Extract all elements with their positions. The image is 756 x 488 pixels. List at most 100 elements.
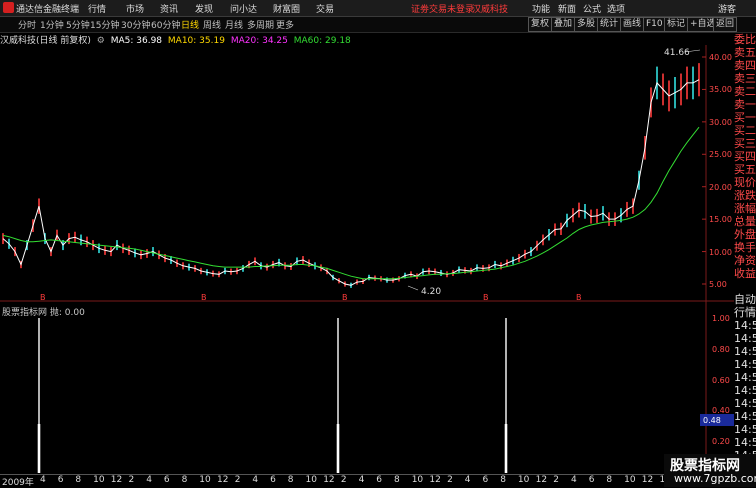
back-button[interactable]: 返回 [713,17,738,32]
ma60-line [2,126,700,280]
tab-15min[interactable]: 15分钟 [90,18,119,31]
menu-ask[interactable]: 问小达 [230,2,257,15]
date-tick: 2009年 [2,478,34,488]
side-panel-item: 外盘 [734,228,756,241]
price-tick: 25.00 [709,150,732,159]
side-panel-item: 买二 [734,124,756,137]
side-panel-item: 14:5 [734,358,756,371]
tab-daily[interactable]: 日线 [181,18,199,31]
chart-grid [0,45,734,473]
date-tick: 4 [464,475,471,485]
stock-name-title: 汉威科技 [472,5,509,15]
draw-line-button[interactable]: 画线 [620,17,645,32]
side-panel-item: 涨跌 [734,189,756,202]
side-panel-item: 自动 [734,293,756,306]
date-tick: 4 [252,475,259,485]
ma5-line [2,79,700,286]
overlay-button[interactable]: 叠加 [551,17,576,32]
site-watermark: 股票指标网 www.7gpzb.com [664,454,756,487]
tab-30min[interactable]: 30分钟 [121,18,150,31]
date-tick: 2 [553,475,560,485]
side-panel-item: 14:5 [734,436,756,449]
indicator-current-value: 0.48 [703,416,721,425]
f10-button[interactable]: F10 [643,17,666,32]
side-panel-item: 换手 [734,241,756,254]
buy-marker: B [201,293,207,302]
menu-function[interactable]: 功能 [532,2,550,15]
date-tick: 6 [588,475,595,485]
price-tick: 20.00 [709,183,732,192]
restore-rights-button[interactable]: 复权 [528,17,553,32]
date-tick: 4 [571,475,577,485]
indicator-value: 抛: 0.00 [49,308,85,318]
side-panel-item: 14:5 [734,332,756,345]
buy-marker: B [483,293,489,302]
side-panel-item: 14:5 [734,371,756,384]
tab-60min[interactable]: 60分钟 [151,18,180,31]
ma-legend: 汉威科技(日线 前复权) ⚙ MA5: 36.98 MA10: 35.19 MA… [0,33,354,46]
date-tick: 10 [199,475,211,485]
side-panel-item: 净资 [734,254,756,267]
date-tick: 10 [93,475,105,485]
side-panel-item [734,280,756,293]
tab-weekly[interactable]: 周线 [203,18,221,31]
price-tick: 30.00 [709,118,732,127]
user-guest[interactable]: 游客 [718,2,736,15]
date-tick: 12 [641,475,654,485]
menu-options[interactable]: 选项 [607,2,625,15]
side-panel-item: 总量 [734,215,756,228]
side-panel-item: 买五 [734,163,756,176]
date-tick: 12 [217,475,229,485]
side-panel-item: 买一 [734,111,756,124]
tab-5min[interactable]: 5分钟 [66,18,90,31]
menu-discover[interactable]: 发现 [195,2,213,15]
date-tick: 2 [234,475,241,485]
side-panel-item: 现价 [734,176,756,189]
tab-multi-period[interactable]: 多周期 [247,18,274,31]
date-tick: 12 [429,475,441,485]
statistics-button[interactable]: 统计 [597,17,622,32]
date-tick: 6 [57,475,64,485]
menu-market[interactable]: 市场 [126,2,144,15]
mark-button[interactable]: 标记 [664,17,689,32]
date-tick: 8 [181,475,188,485]
date-tick: 6 [376,475,383,485]
indicator-layer [37,318,508,473]
date-tick: 6 [270,475,276,485]
menu-formula[interactable]: 公式 [583,2,601,15]
date-tick: 10 [517,475,530,485]
side-panel-item: 买四 [734,150,756,163]
side-panel-item: 14:5 [734,410,756,423]
tab-monthly[interactable]: 月线 [225,18,243,31]
date-tick: 12 [535,475,548,485]
menu-quotes[interactable]: 行情 [88,2,106,15]
indicator-tick: 0.20 [712,437,730,446]
side-panel-item: 买三 [734,137,756,150]
menu-news[interactable]: 资讯 [160,2,178,15]
tab-more[interactable]: 更多 [276,18,294,31]
date-tick: 8 [287,475,294,485]
date-tick: 10 [411,475,424,485]
date-tick: 10 [624,475,636,485]
buy-marker: B [342,293,348,302]
trade-login-notice[interactable]: 证劵交易未登录 [411,2,474,15]
date-tick: 2 [128,475,135,485]
tab-intraday[interactable]: 分时 [18,18,36,31]
menu-trade[interactable]: 交易 [316,2,334,15]
indicator-name[interactable]: 股票指标网 [2,308,47,318]
side-panel-item: 14:5 [734,397,756,410]
menu-new-page[interactable]: 新面 [558,2,576,15]
kline-chart[interactable]: 41.66 4.20 B B B B B 40.00 35.00 30.00 2… [0,45,734,473]
date-tick: 4 [358,475,365,485]
date-tick: 8 [75,475,82,485]
menu-wealth[interactable]: 财富圈 [273,2,300,15]
multi-stock-button[interactable]: 多股 [574,17,599,32]
price-tick: 5.00 [709,280,727,289]
side-panel-item: 14:5 [734,384,756,397]
date-tick: 12 [323,475,335,485]
period-toolbar: 分时 1分钟 5分钟 15分钟 30分钟 60分钟 日线 周线 月线 多周期 更… [0,17,756,33]
tab-1min[interactable]: 1分钟 [40,18,64,31]
date-tick: 2 [340,475,347,485]
indicator-tick: 1.00 [712,314,730,323]
high-annotation: 41.66 [664,48,690,58]
